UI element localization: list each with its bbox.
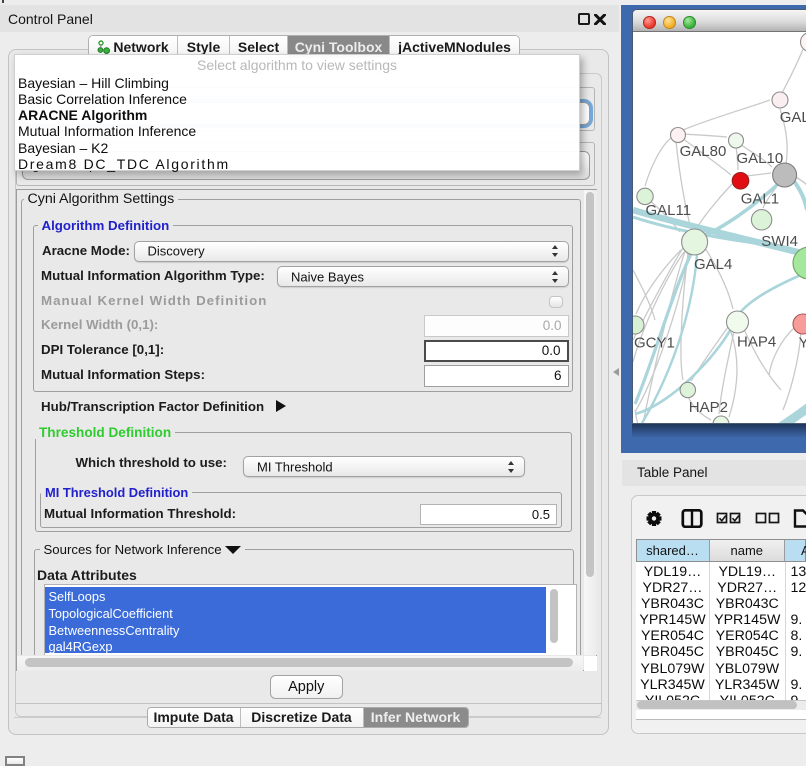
svg-text:GCY1: GCY1 [634,335,675,352]
svg-text:GAL1: GAL1 [741,191,779,208]
svg-text:SWI4: SWI4 [761,233,798,250]
svg-text:HAP4: HAP4 [737,334,776,351]
svg-text:HAP2: HAP2 [689,399,728,416]
svg-text:GAL4: GAL4 [694,256,732,273]
svg-text:GAL80: GAL80 [680,143,727,160]
svg-text:GAL11: GAL11 [646,202,692,219]
svg-text:YDR: YDR [799,335,806,352]
svg-text:GAL10: GAL10 [737,150,784,167]
svg-text:GAL2: GAL2 [780,109,806,126]
